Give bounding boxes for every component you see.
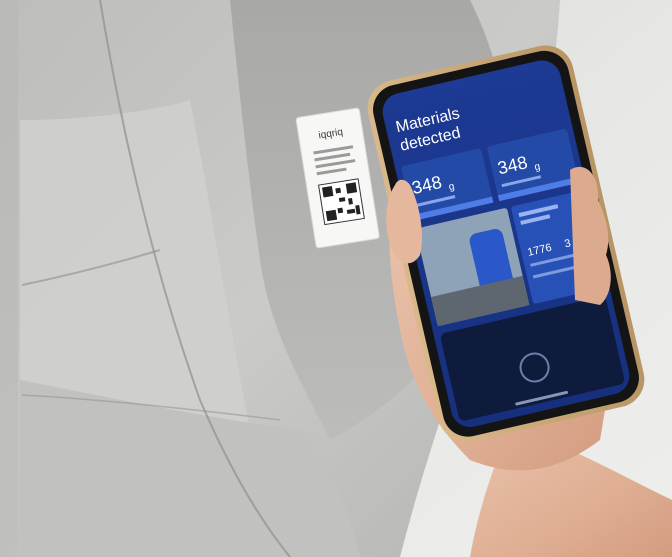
qr-code-icon [317, 178, 365, 226]
photo-scene: iqqriq Materials detected 348 g 348 g 17… [0, 0, 672, 557]
photograph: iqqriq Materials detected 348 g 348 g 17… [0, 0, 672, 557]
